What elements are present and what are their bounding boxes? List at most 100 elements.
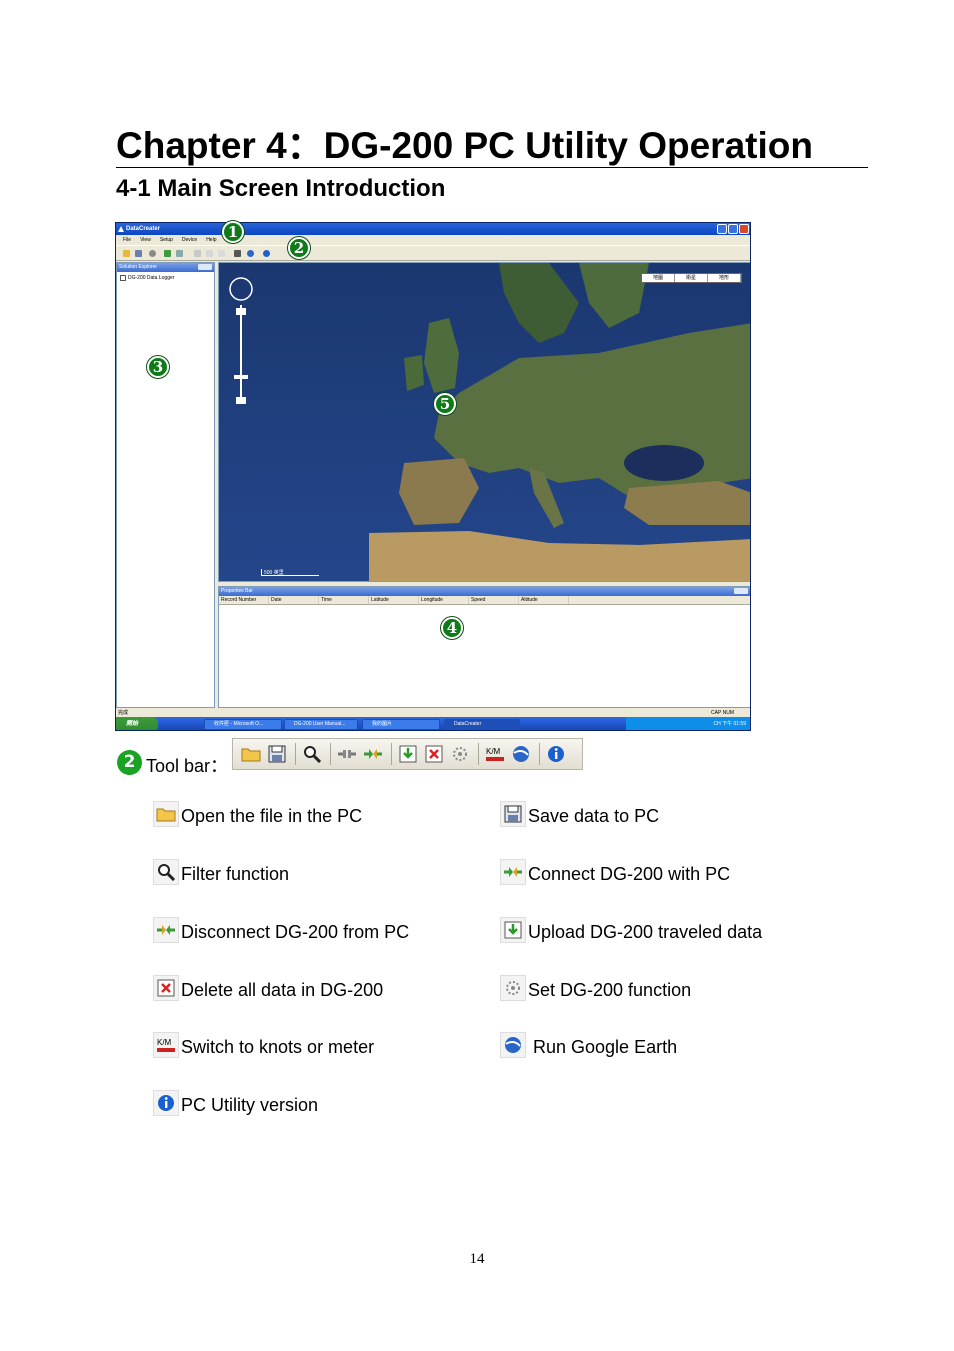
status-left: 完成: [118, 710, 129, 716]
map-view[interactable]: 地圖 衛星 地形 500 英里: [218, 262, 750, 582]
legend-text: Set DG-200 function: [528, 980, 692, 1000]
tree-item-data-logger[interactable]: DG-200 Data Logger: [117, 272, 214, 281]
task-item-datacreater[interactable]: DataCreater: [444, 719, 520, 730]
connect-icon: [500, 859, 526, 885]
mini-knots-meter-icon[interactable]: [234, 250, 241, 257]
marker-5: 5: [434, 393, 456, 415]
map-type-terrain[interactable]: 地形: [708, 274, 741, 282]
legend-text: Filter function: [181, 864, 290, 884]
map-type-satellite[interactable]: 衛星: [675, 274, 708, 282]
task-item-manual[interactable]: DG-200 User Manual...: [284, 719, 358, 730]
mini-upload-icon[interactable]: [194, 250, 201, 257]
properties-pin-icon[interactable]: [734, 588, 748, 594]
disconnect-icon: [153, 917, 179, 943]
map-type-map[interactable]: 地圖: [642, 274, 675, 282]
mini-google-earth-icon[interactable]: [247, 250, 254, 257]
app-menubar: File View Setup Device Help: [116, 235, 750, 245]
chapter-title: Chapter 4：DG-200 PC Utility Operation: [116, 125, 813, 166]
menu-help[interactable]: Help: [206, 235, 216, 245]
toolbar-caption: 2 Tool bar：: [117, 746, 228, 778]
solution-explorer-header: Solution Explorer: [117, 263, 214, 272]
pane-pin-icon[interactable]: [198, 264, 212, 270]
legend-text: Open the file in the PC: [181, 806, 363, 826]
column-record-number[interactable]: Record Number: [219, 596, 269, 604]
satellite-map: [219, 263, 750, 581]
toolbar-separator: [539, 743, 540, 765]
tree-item-label: DG-200 Data Logger: [128, 275, 175, 281]
title-rule: [116, 167, 868, 168]
windows-taskbar: 開始 收件匣 - Microsoft O... DG-200 User Manu…: [116, 717, 750, 730]
section-title: 4-1 Main Screen Introduction: [116, 175, 446, 202]
column-latitude[interactable]: Latitude: [369, 596, 419, 604]
status-right: CAP NUM: [711, 710, 734, 716]
legend-text: PC Utility version: [181, 1095, 319, 1115]
save-icon[interactable]: [267, 744, 287, 764]
tree-checkbox[interactable]: [120, 275, 126, 281]
folder-icon: [153, 801, 179, 827]
legend-text: Delete all data in DG-200: [181, 980, 384, 1000]
legend-save-data: Save data to PC: [500, 801, 659, 827]
delete-icon[interactable]: [424, 744, 444, 764]
menu-setup[interactable]: Setup: [160, 235, 173, 245]
mini-delete-icon[interactable]: [206, 250, 213, 257]
column-longitude[interactable]: Longitude: [419, 596, 469, 604]
legend-set-function: Set DG-200 function: [500, 975, 691, 1001]
toolbar-separator: [478, 743, 479, 765]
upload-icon[interactable]: [398, 744, 418, 764]
info-icon[interactable]: [546, 744, 566, 764]
app-statusbar: 完成 CAP NUM: [116, 709, 750, 717]
google-earth-icon[interactable]: [511, 744, 531, 764]
app-titlebar: DataCreater: [116, 223, 750, 235]
folder-icon[interactable]: [241, 744, 261, 764]
close-icon[interactable]: [739, 224, 749, 234]
mini-folder-icon[interactable]: [123, 250, 130, 257]
mini-magnifier-icon[interactable]: [149, 250, 156, 257]
start-button[interactable]: 開始: [116, 717, 158, 730]
menu-file[interactable]: File: [123, 235, 131, 245]
mini-gear-icon[interactable]: [218, 250, 225, 257]
svg-text:K/M: K/M: [486, 747, 501, 756]
column-time[interactable]: Time: [319, 596, 369, 604]
column-date[interactable]: Date: [269, 596, 319, 604]
column-altitude[interactable]: Altitude: [519, 596, 569, 604]
knots-meter-icon[interactable]: K/M: [485, 744, 505, 764]
legend-text: Upload DG-200 traveled data: [528, 922, 763, 942]
legend-text: Connect DG-200 with PC: [528, 864, 731, 884]
maximize-icon[interactable]: [728, 224, 738, 234]
app-screenshot: DataCreater File View Setup Device Help …: [115, 222, 751, 731]
minimize-icon[interactable]: [717, 224, 727, 234]
marker-2: 2: [288, 237, 310, 259]
legend-delete: Delete all data in DG-200: [153, 975, 383, 1001]
magnifier-icon: [153, 859, 179, 885]
mini-save-icon[interactable]: [135, 250, 142, 257]
task-item-pictures[interactable]: 我的圖片: [362, 719, 440, 730]
toolbar-separator: [330, 743, 331, 765]
solution-explorer-title: Solution Explorer: [119, 264, 158, 270]
marker-3: 3: [147, 356, 169, 378]
magnifier-icon[interactable]: [302, 744, 322, 764]
task-item-outlook[interactable]: 收件匣 - Microsoft O...: [204, 719, 282, 730]
toolbar-separator: [295, 743, 296, 765]
mini-disconnect-icon[interactable]: [176, 250, 183, 257]
legend-text: Switch to knots or meter: [181, 1037, 375, 1057]
properties-columns: Record Number Date Time Latitude Longitu…: [219, 596, 750, 605]
connect-icon[interactable]: [337, 744, 357, 764]
map-scale: 500 英里: [261, 569, 319, 576]
properties-title: Properties Bar: [221, 588, 253, 594]
mini-connect-icon[interactable]: [164, 250, 171, 257]
legend-google-earth: Run Google Earth: [500, 1032, 677, 1058]
toolbar-separator: [391, 743, 392, 765]
gear-icon[interactable]: [450, 744, 470, 764]
mini-info-icon[interactable]: [263, 250, 270, 257]
legend-connect: Connect DG-200 with PC: [500, 859, 730, 885]
disconnect-icon[interactable]: [363, 744, 383, 764]
column-speed[interactable]: Speed: [469, 596, 519, 604]
properties-pane: Properties Bar Record Number Date Time L…: [218, 586, 750, 708]
legend-text: Disconnect DG-200 from PC: [181, 922, 410, 942]
menu-view[interactable]: View: [140, 235, 151, 245]
system-tray: CH 下午 01:59: [626, 717, 750, 730]
menu-device[interactable]: Device: [182, 235, 197, 245]
delete-icon: [153, 975, 179, 1001]
legend-open-file: Open the file in the PC: [153, 801, 362, 827]
toolbar-marker: 2: [117, 749, 142, 775]
